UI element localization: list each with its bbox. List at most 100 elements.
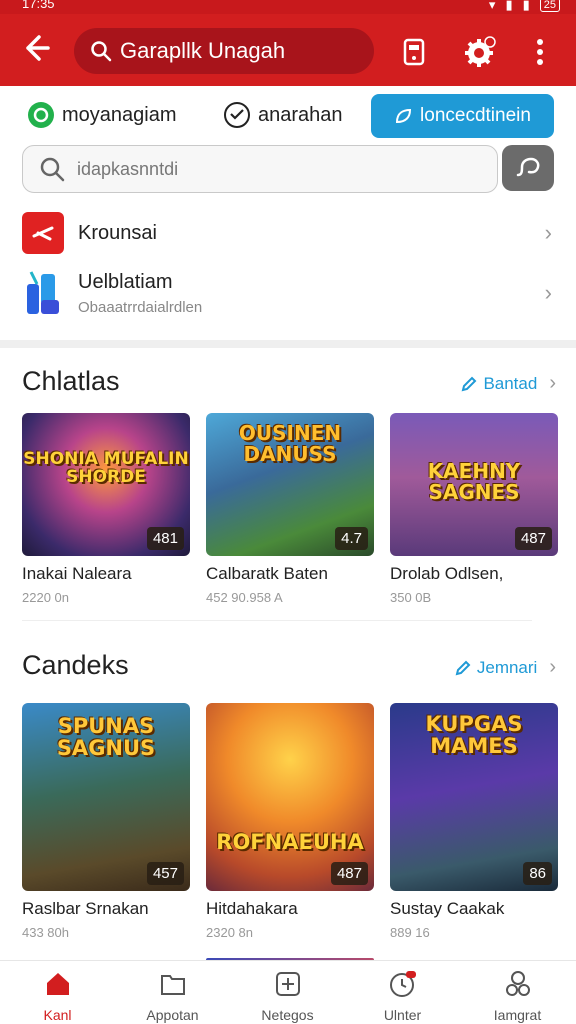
- game-meta: 889 16: [390, 925, 430, 940]
- flag-icon: [22, 212, 64, 254]
- plus-box-icon: [230, 969, 345, 999]
- search-placeholder: idapkasnntdi: [77, 158, 179, 179]
- app-bar: Garapllk Unagah: [0, 14, 576, 86]
- rating-badge: 4.7: [335, 527, 368, 550]
- game-title: Drolab Odlsen,: [390, 564, 504, 583]
- game-thumbnail: SHONIA MUFALIN SHORDE 481: [22, 413, 190, 556]
- section-separator: [22, 620, 532, 621]
- nav-label-apps: Appotan: [146, 1007, 199, 1023]
- game-card[interactable]: SHONIA MUFALIN SHORDE 481 Inakai Naleara…: [22, 413, 190, 605]
- game-logo-text: ROFNAEUHA: [216, 830, 364, 854]
- rating-badge: 457: [146, 862, 184, 885]
- check-outline-icon: [224, 102, 250, 128]
- game-meta: 2320 8n: [206, 925, 253, 940]
- game-card[interactable]: KAEHNY SAGNES 487 Drolab Odlsen, 350 0B: [390, 413, 558, 605]
- game-thumbnail: OUSINEN DANUSS 4.7: [206, 413, 374, 556]
- game-thumbnail: ROFNAEUHA 487: [206, 703, 374, 891]
- section-1-link[interactable]: Bantad ›: [461, 372, 556, 395]
- back-arrow-icon[interactable]: [16, 32, 54, 70]
- leaf-icon: [396, 108, 412, 124]
- game-logo-text: KAEHNY SAGNES: [427, 459, 521, 504]
- rating-badge: 86: [523, 862, 552, 885]
- filter-chip-2-label: anarahan: [258, 103, 343, 126]
- game-logo-text: OUSINEN DANUSS: [238, 421, 342, 466]
- wifi-icon: ▾: [488, 0, 496, 12]
- signal-icon: ▮: [505, 0, 513, 12]
- search-icon: [40, 157, 65, 182]
- nav-label-updates: Ulnter: [383, 1007, 422, 1023]
- nav-item-home[interactable]: Kanl: [0, 969, 115, 1023]
- chevron-right-icon: ›: [549, 656, 556, 678]
- game-meta: 433 80h: [22, 925, 69, 940]
- game-card[interactable]: SPUNAS SAGNUS 457 Raslbar Srnakan 433 80…: [22, 703, 190, 940]
- nav-label-home: Kanl: [43, 1007, 72, 1023]
- rating-badge: 487: [330, 862, 368, 885]
- pencil-icon: [455, 660, 471, 675]
- voice-search-button[interactable]: [502, 145, 554, 191]
- game-meta: 452 90.958 A: [206, 590, 283, 605]
- game-thumbnail: KAEHNY SAGNES 487: [390, 413, 558, 556]
- game-title: Inakai Naleara: [22, 564, 132, 583]
- nav-item-updates[interactable]: Ulnter: [345, 969, 460, 1023]
- rating-badge: 481: [146, 527, 184, 550]
- nav-item-apps[interactable]: Appotan: [115, 969, 230, 1023]
- game-logo-text: SHONIA MUFALIN SHORDE: [23, 449, 189, 487]
- game-title: Sustay Caakak: [390, 899, 505, 918]
- nav-label-profile: Iamgrat: [493, 1007, 542, 1023]
- check-circle-icon: [28, 102, 54, 128]
- game-card[interactable]: OUSINEN DANUSS 4.7 Calbaratk Baten 452 9…: [206, 413, 374, 605]
- bottom-navigation: Kanl Appotan Netegos Ulnter Iamgrat: [0, 960, 576, 1024]
- home-icon: [0, 969, 115, 999]
- game-card[interactable]: ROFNAEUHA 487 Hitdahakara 2320 8n: [206, 703, 374, 940]
- signal-icon-2: ▮: [522, 0, 530, 12]
- game-meta: 2220 0n: [22, 590, 69, 605]
- list-item-2[interactable]: Uelblatiam Obaaatrrdaialrdlen ›: [22, 268, 556, 318]
- nav-label-add: Netegos: [261, 1007, 314, 1023]
- section-2-link[interactable]: Jemnari ›: [455, 656, 556, 679]
- game-card[interactable]: KUPGAS MAMES 86 Sustay Caakak 889 16: [390, 703, 558, 940]
- chevron-right-icon: ›: [544, 220, 552, 245]
- section-header-2: Candeks Jemnari ›: [22, 646, 556, 686]
- primary-action-button[interactable]: loncecdtinein: [371, 94, 554, 138]
- section-1-title: Chlatlas: [22, 366, 120, 396]
- top-search-field[interactable]: Garapllk Unagah: [74, 28, 374, 74]
- chat-bubble-icon: [516, 157, 540, 177]
- top-search-text: Garapllk Unagah: [120, 38, 286, 63]
- section-1-link-label: Bantad: [483, 373, 538, 393]
- game-thumbnail: KUPGAS MAMES 86: [390, 703, 558, 891]
- search-icon: [91, 41, 112, 62]
- list-item-2-subtitle: Obaaatrrdaialrdlen: [78, 298, 203, 316]
- list-item-1[interactable]: Krounsai ›: [22, 212, 556, 254]
- nav-item-add[interactable]: Netegos: [230, 969, 345, 1023]
- clock-icon: [345, 969, 460, 999]
- status-bar: 17:35 ▾ ▮ ▮ 25: [0, 0, 576, 14]
- filter-chip-1[interactable]: moyanagiam: [28, 102, 177, 128]
- game-title: Raslbar Srnakan: [22, 899, 149, 918]
- chevron-right-icon: ›: [544, 280, 552, 305]
- search-input[interactable]: idapkasnntdi: [22, 145, 498, 193]
- nav-item-profile[interactable]: Iamgrat: [460, 969, 575, 1023]
- more-vert-icon[interactable]: [522, 34, 558, 70]
- section-divider: [0, 340, 576, 348]
- pencil-icon: [462, 376, 477, 391]
- game-title: Hitdahakara: [206, 899, 298, 918]
- phone-icon[interactable]: [396, 34, 432, 70]
- blocks-icon: [22, 271, 64, 314]
- section-2-link-label: Jemnari: [476, 657, 538, 677]
- people-icon: [460, 969, 575, 999]
- section-2-title: Candeks: [22, 650, 129, 680]
- game-logo-text: SPUNAS SAGNUS: [56, 714, 156, 761]
- rating-badge: 487: [514, 527, 552, 550]
- primary-action-label: loncecdtinein: [420, 105, 531, 126]
- folder-icon: [115, 969, 230, 999]
- filter-chip-2[interactable]: anarahan: [224, 102, 343, 128]
- status-time: 17:35: [22, 0, 55, 11]
- chevron-right-icon: ›: [549, 372, 556, 394]
- section-header-1: Chlatlas Bantad ›: [22, 362, 556, 402]
- game-thumbnail: SPUNAS SAGNUS 457: [22, 703, 190, 891]
- game-logo-text: KUPGAS MAMES: [425, 712, 523, 759]
- battery-level: 25: [539, 0, 560, 12]
- filter-chip-1-label: moyanagiam: [62, 103, 177, 126]
- settings-gear-icon[interactable]: [462, 34, 498, 70]
- game-meta: 350 0B: [390, 590, 432, 605]
